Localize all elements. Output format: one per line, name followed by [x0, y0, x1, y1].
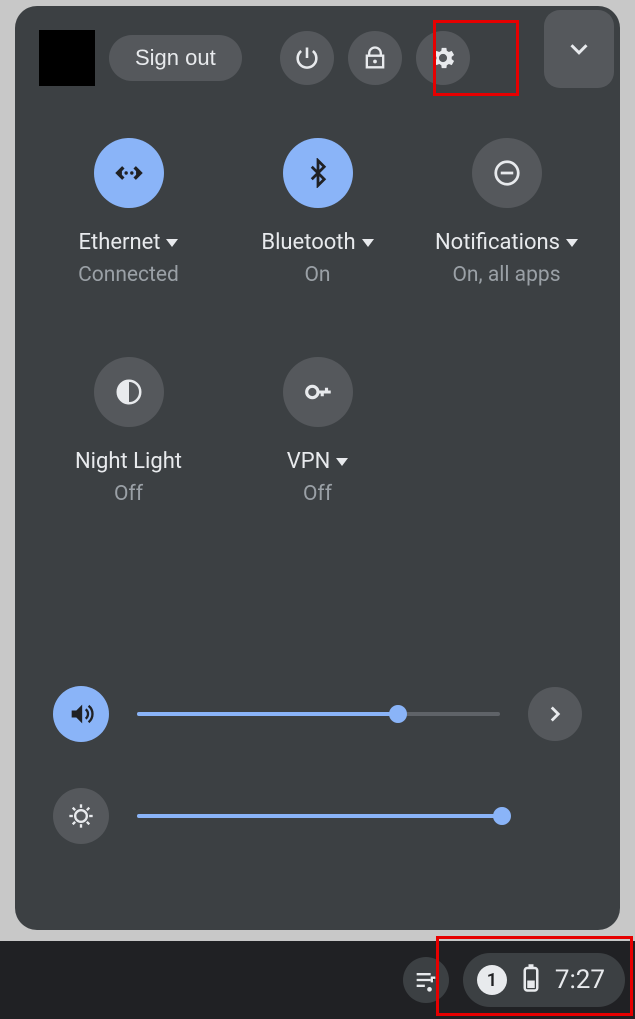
- vpn-tile[interactable]: VPN Off: [228, 357, 407, 506]
- caret-down-icon: [166, 239, 178, 247]
- battery-icon: [521, 963, 541, 997]
- avatar[interactable]: [39, 30, 95, 86]
- media-controls-button[interactable]: [403, 957, 449, 1003]
- caret-down-icon: [566, 239, 578, 247]
- brightness-button[interactable]: [53, 788, 109, 844]
- night-light-status: Off: [114, 482, 143, 506]
- chevron-right-icon: [542, 701, 568, 727]
- bluetooth-label: Bluetooth: [261, 230, 373, 255]
- network-status: Connected: [78, 263, 179, 287]
- gear-icon: [429, 44, 457, 72]
- settings-button[interactable]: [416, 31, 470, 85]
- taskbar: 1 7:27: [0, 941, 635, 1019]
- night-light-label: Night Light: [75, 449, 182, 474]
- caret-down-icon: [336, 458, 348, 466]
- quick-settings-grid: Ethernet Connected Bluetooth On Notifica…: [39, 138, 596, 506]
- audio-settings-button[interactable]: [528, 687, 582, 741]
- brightness-icon: [67, 802, 95, 830]
- collapse-button[interactable]: [544, 10, 614, 88]
- clock: 7:27: [555, 965, 605, 995]
- notifications-tile[interactable]: Notifications On, all apps: [417, 138, 596, 287]
- playlist-icon: [412, 966, 440, 994]
- caret-down-icon: [362, 239, 374, 247]
- vpn-key-icon: [283, 357, 353, 427]
- brightness-row: [53, 788, 582, 844]
- network-tile[interactable]: Ethernet Connected: [39, 138, 218, 287]
- notifications-status: On, all apps: [452, 263, 560, 287]
- bluetooth-icon: [283, 138, 353, 208]
- network-label: Ethernet: [79, 230, 179, 255]
- notifications-label: Notifications: [435, 230, 578, 255]
- panel-topbar: Sign out: [39, 28, 596, 88]
- ethernet-icon: [94, 138, 164, 208]
- notification-badge: 1: [477, 965, 507, 995]
- power-button[interactable]: [280, 31, 334, 85]
- vpn-label: VPN: [287, 449, 349, 474]
- speaker-icon: [67, 700, 95, 728]
- volume-row: [53, 686, 582, 742]
- sign-out-button[interactable]: Sign out: [109, 35, 242, 81]
- night-light-icon: [94, 357, 164, 427]
- volume-slider[interactable]: [137, 712, 500, 716]
- chevron-down-icon: [564, 34, 594, 64]
- night-light-tile[interactable]: Night Light Off: [39, 357, 218, 506]
- bluetooth-tile[interactable]: Bluetooth On: [228, 138, 407, 287]
- sliders-section: [53, 686, 582, 890]
- system-tray[interactable]: 1 7:27: [463, 953, 625, 1007]
- power-icon: [293, 44, 321, 72]
- lock-icon: [361, 44, 389, 72]
- lock-button[interactable]: [348, 31, 402, 85]
- vpn-status: Off: [303, 482, 332, 506]
- do-not-disturb-icon: [472, 138, 542, 208]
- bluetooth-status: On: [304, 263, 330, 287]
- brightness-slider[interactable]: [137, 814, 502, 818]
- volume-button[interactable]: [53, 686, 109, 742]
- quick-settings-panel: Sign out Ethernet Connected Bluetooth: [15, 6, 620, 930]
